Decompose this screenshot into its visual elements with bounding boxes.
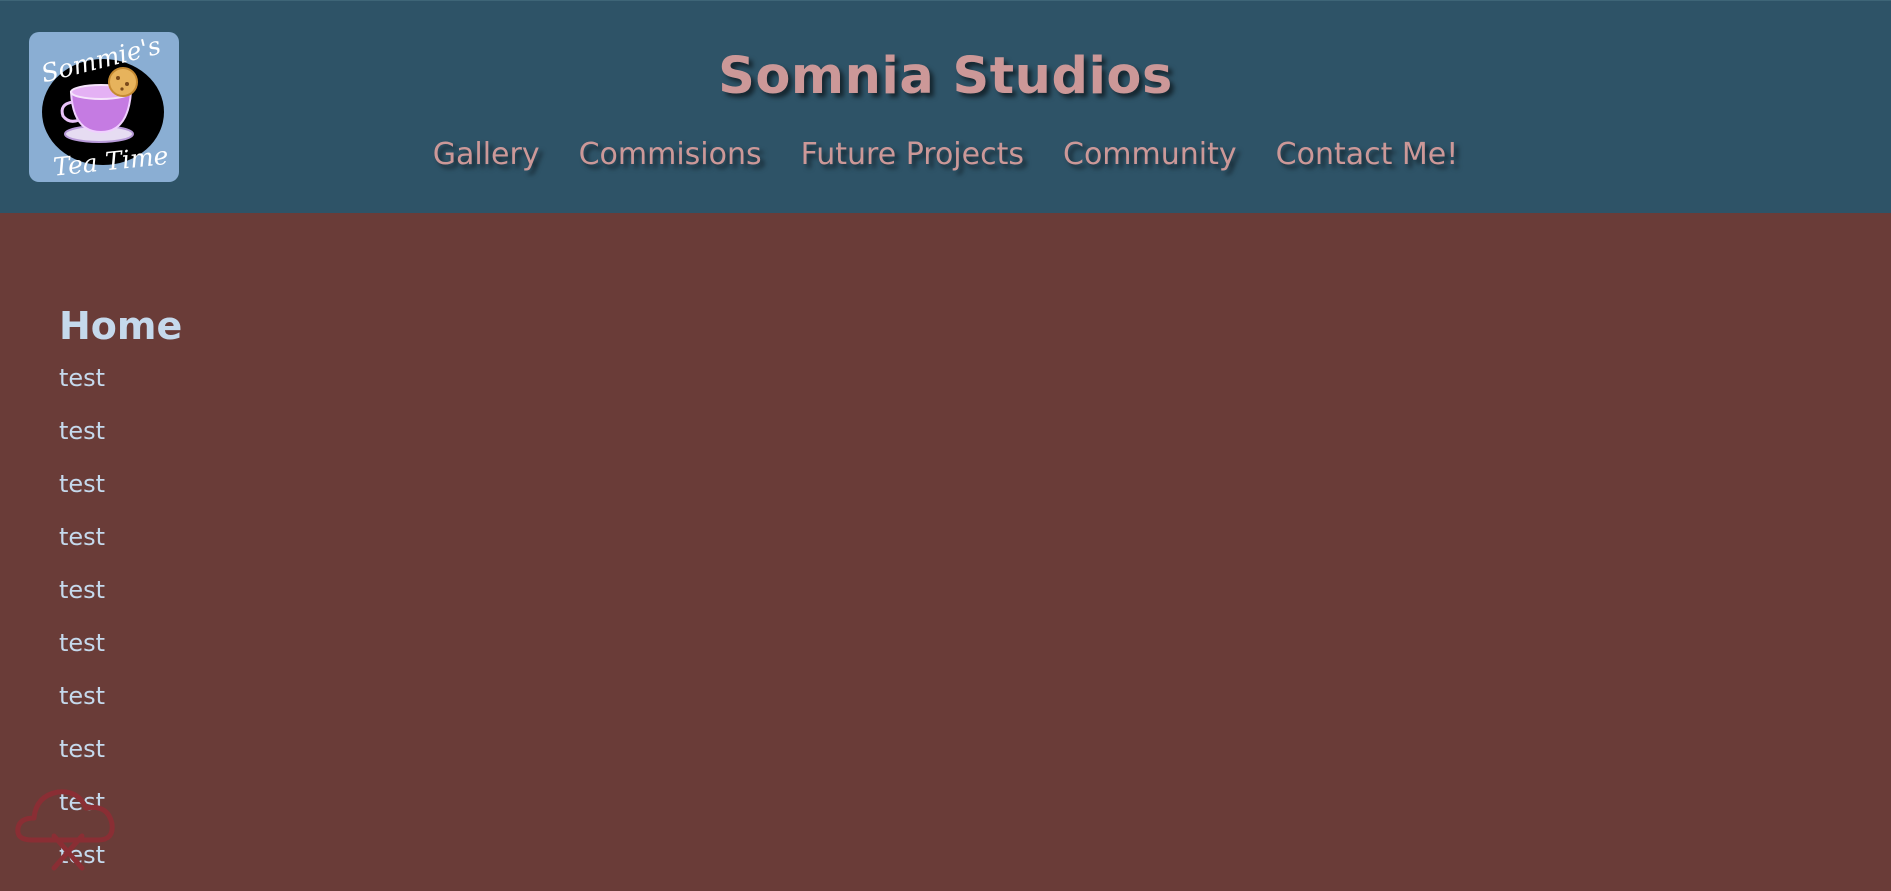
content-line: test [59, 629, 106, 657]
content-line: test [59, 470, 106, 498]
nav-community[interactable]: Community [1063, 137, 1237, 172]
content-line: test [59, 735, 106, 763]
cloud-x-icon [15, 789, 115, 871]
nav-contact-me[interactable]: Contact Me! [1276, 137, 1459, 172]
site-header: Sommie's Tea Time Somnia Studios Gallery… [0, 0, 1891, 213]
content-line: test [59, 576, 106, 604]
main-nav: Gallery Commisions Future Projects Commu… [0, 137, 1891, 172]
nav-future-projects[interactable]: Future Projects [801, 137, 1024, 172]
page-title: Home [59, 304, 183, 348]
site-title: Somnia Studios [718, 47, 1173, 106]
nav-commisions[interactable]: Commisions [579, 137, 762, 172]
nav-gallery[interactable]: Gallery [433, 137, 540, 172]
content-line: test [59, 364, 106, 392]
content-line: test [59, 523, 106, 551]
content-line: test [59, 417, 106, 445]
content-line: test [59, 682, 106, 710]
